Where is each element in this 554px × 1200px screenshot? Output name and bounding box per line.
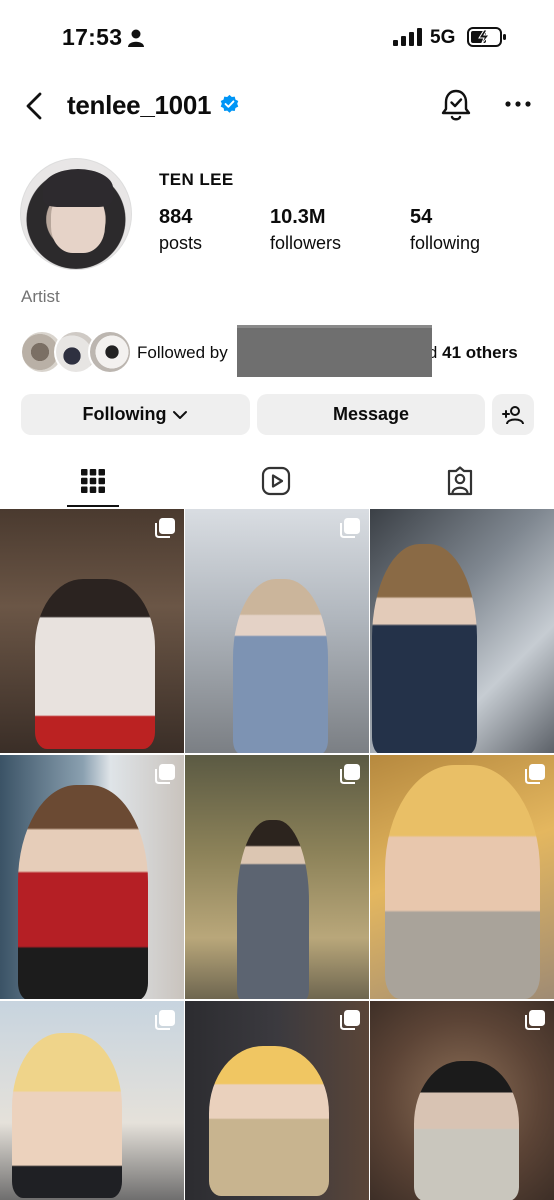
following-count: 54 [410,206,433,228]
post-thumbnail[interactable] [185,1001,369,1200]
notification-bell-icon[interactable] [440,88,472,122]
following-button-label: Following [82,404,167,424]
followers-label: followers [270,233,342,253]
chevron-down-icon [173,410,188,419]
stat-followers[interactable]: 10.3M followers [270,206,341,254]
post-figure [372,544,477,753]
verified-badge-icon [220,94,239,113]
followed-by-others: 41 others [442,343,518,362]
posts-grid [0,509,554,1200]
network-type: 5G [430,27,456,48]
signal-icon [393,28,422,46]
add-person-icon [502,405,524,424]
stat-following[interactable]: 54 following [410,206,480,254]
tab-reels[interactable] [216,455,336,507]
post-figure [18,785,148,999]
profile-category: Artist [21,287,60,306]
post-figure [35,579,155,749]
post-thumbnail[interactable] [185,755,369,999]
following-button[interactable]: Following [21,394,250,435]
post-thumbnail[interactable] [370,1001,554,1200]
display-name: TEN LEE [159,170,234,189]
profile-header: tenlee_1001 [0,76,554,136]
grid-icon [81,469,105,493]
stat-posts[interactable]: 884 posts [159,206,202,254]
post-thumbnail[interactable] [370,509,554,753]
multiple-photos-icon [525,1010,545,1030]
post-figure [414,1061,519,1200]
post-thumbnail[interactable] [0,1001,184,1200]
followers-count: 10.3M [270,206,326,228]
redaction-block [237,325,432,377]
profile-avatar[interactable] [20,158,132,270]
multiple-photos-icon [340,764,360,784]
multiple-photos-icon [340,1010,360,1030]
message-button[interactable]: Message [257,394,485,435]
post-thumbnail[interactable] [0,755,184,999]
posts-label: posts [159,233,203,253]
battery-icon [467,27,506,47]
multiple-photos-icon [155,1010,175,1030]
mutual-avatar [88,330,132,374]
followed-by-prefix: Followed by [137,343,228,362]
tagged-person-icon [447,466,473,496]
profile-tabs [0,455,554,509]
status-time: 17:53 [62,24,123,50]
tab-posts-grid[interactable] [33,455,153,507]
tab-tagged[interactable] [400,455,520,507]
message-button-label: Message [332,404,410,424]
following-label: following [410,233,481,253]
post-figure [385,765,540,999]
post-figure [233,579,328,753]
more-options-icon[interactable] [503,94,533,114]
post-figure [237,820,309,999]
avatar-hair [43,169,113,207]
post-figure [12,1033,122,1198]
person-icon [128,29,144,47]
reels-icon [261,466,291,496]
suggested-users-button[interactable] [492,394,534,435]
mutual-follower-avatars[interactable] [20,330,132,374]
status-bar: 17:53 5G [0,0,554,76]
username: tenlee_1001 [67,90,212,120]
post-figure [209,1046,329,1196]
post-thumbnail[interactable] [0,509,184,753]
posts-count: 884 [159,206,193,228]
post-thumbnail[interactable] [370,755,554,999]
multiple-photos-icon [155,518,175,538]
multiple-photos-icon [525,764,545,784]
multiple-photos-icon [155,764,175,784]
back-arrow-icon[interactable] [20,90,50,122]
post-thumbnail[interactable] [185,509,369,753]
multiple-photos-icon [340,518,360,538]
